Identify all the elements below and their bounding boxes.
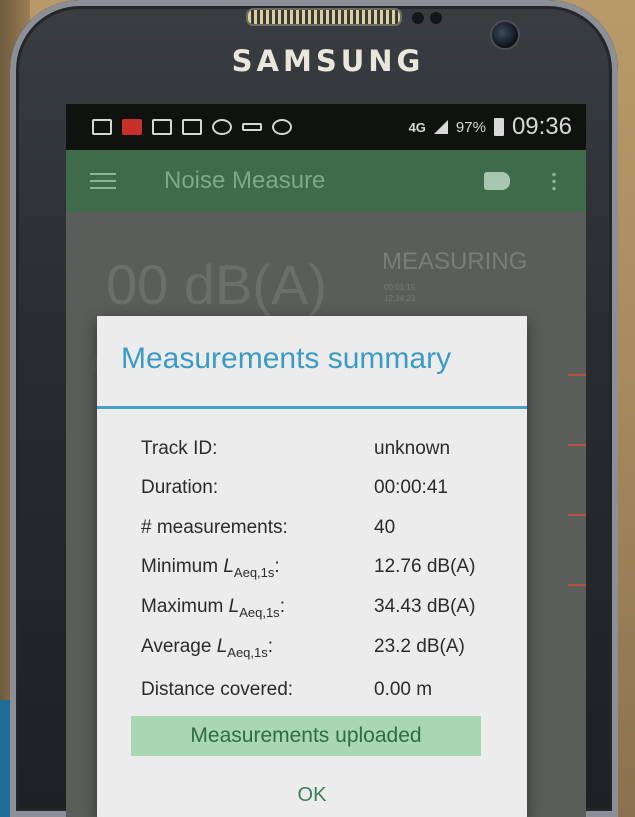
row-label: Track ID: [141, 438, 218, 459]
row-label: Maximum LAeq,1s: [141, 596, 285, 620]
row-value: 0.00 m [374, 679, 433, 700]
network-type: 4G [408, 119, 426, 135]
summary-row: Minimum LAeq,1s: 12.76 dB(A) [97, 556, 527, 592]
calendar-icon [122, 119, 142, 135]
ok-button[interactable]: OK [272, 778, 352, 812]
row-label: Duration: [141, 477, 219, 498]
light-sensor [430, 12, 442, 24]
dialog-title: Measurements summary [121, 342, 452, 375]
signal-icon [433, 120, 448, 134]
battery-icon [493, 118, 504, 136]
mail-icon [92, 119, 112, 135]
screenshot-icon [152, 119, 172, 135]
device-brand: SAMSUNG [231, 44, 425, 78]
clock: 09:36 [511, 113, 572, 140]
notification-icons [66, 119, 292, 135]
app-icon [242, 123, 262, 131]
row-label: Minimum LAeq,1s: [141, 556, 280, 580]
sound-level: 00 dB(A) [106, 253, 327, 316]
app-bar: Noise Measure [66, 150, 586, 212]
menu-icon[interactable] [90, 173, 116, 189]
chart-line [568, 584, 586, 586]
summary-row: Track ID: unknown [97, 438, 527, 474]
summary-dialog: Measurements summary Track ID: unknown D… [97, 316, 527, 817]
chart-line [568, 514, 586, 516]
earpiece-speaker [246, 8, 402, 26]
summary-row: Distance covered: 0.00 m [97, 679, 527, 715]
title-divider [97, 406, 527, 409]
row-label: Average LAeq,1s: [141, 636, 274, 660]
summary-row: Duration: 00:00:41 [97, 477, 527, 513]
summary-row: Average LAeq,1s: 23.2 dB(A) [97, 636, 527, 672]
proximity-sensor [412, 12, 424, 24]
summary-row: # measurements: 40 [97, 517, 527, 553]
row-value: 40 [374, 517, 396, 538]
measure-times: 00:01:15 12:34:23 [384, 282, 415, 304]
battery-percent: 97% [455, 118, 486, 136]
row-value: 00:00:41 [374, 477, 448, 498]
chat-icon [212, 119, 232, 135]
row-label: Distance covered: [141, 679, 294, 700]
row-label: # measurements: [141, 517, 288, 538]
gmail-icon [182, 119, 202, 135]
elapsed-time: 00:01:15 [384, 283, 416, 292]
tag-icon[interactable] [484, 172, 510, 190]
front-camera [490, 20, 520, 50]
summary-row: Maximum LAeq,1s: 34.43 dB(A) [97, 596, 527, 632]
app-title: Noise Measure [164, 167, 326, 194]
clock-time: 12:34:23 [384, 294, 416, 303]
row-value: 34.43 dB(A) [374, 596, 476, 617]
more-options-icon[interactable] [552, 171, 556, 191]
chart-line [568, 444, 586, 446]
status-right: 4G 97% 09:36 [409, 113, 586, 141]
upload-status: Measurements uploaded [131, 716, 481, 756]
row-value: unknown [374, 438, 451, 459]
row-value: 23.2 dB(A) [374, 636, 465, 657]
chart-line [568, 374, 586, 376]
vodafone-icon [272, 119, 292, 135]
row-value: 12.76 dB(A) [374, 556, 476, 577]
measuring-status: MEASURING [382, 248, 528, 275]
status-bar: 4G 97% 09:36 [66, 104, 586, 150]
